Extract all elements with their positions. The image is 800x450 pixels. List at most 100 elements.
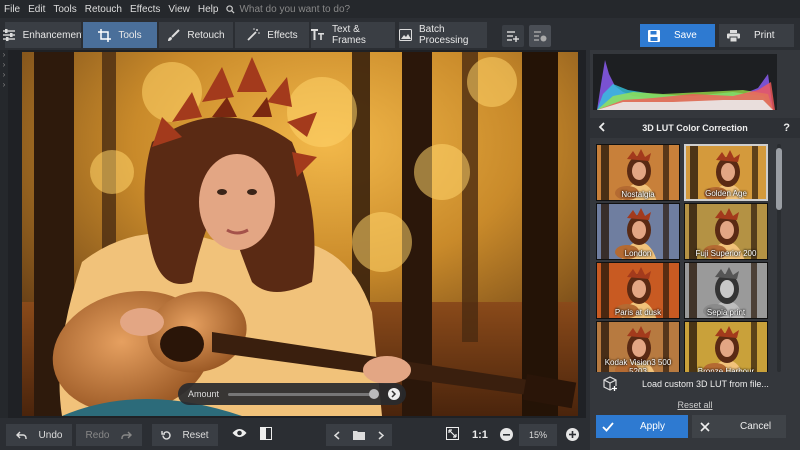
- reset-all-link[interactable]: Reset all: [590, 400, 800, 410]
- reset-button[interactable]: Reset: [152, 424, 218, 446]
- image-canvas[interactable]: [8, 50, 586, 418]
- lut-preset-name: Nostalgia: [621, 190, 655, 199]
- amount-slider-panel: Amount: [178, 383, 406, 405]
- zoom-level[interactable]: 15%: [519, 424, 557, 446]
- save-button[interactable]: Save: [640, 24, 715, 47]
- compare-icon: [260, 427, 272, 440]
- brush-icon: [168, 28, 181, 41]
- lut-preset-thumbnail[interactable]: Nostalgia: [596, 144, 680, 201]
- lut-preset-name: Bronze Harbour: [697, 367, 755, 372]
- lut-preset-thumbnail[interactable]: Fuji Superior 200: [684, 203, 768, 260]
- bottom-bar: Undo Redo Reset 1:1 15%: [0, 419, 590, 450]
- lut-preset-thumbnail[interactable]: Bronze Harbour: [684, 321, 768, 372]
- panel-header: 3D LUT Color Correction ?: [590, 118, 800, 138]
- cancel-label: Cancel: [740, 421, 772, 432]
- back-button[interactable]: [598, 121, 605, 135]
- tab-label: Enhancement: [22, 29, 85, 41]
- search-placeholder: What do you want to do?: [239, 3, 351, 15]
- amount-slider-thumb[interactable]: [368, 388, 379, 399]
- menu-view[interactable]: View: [164, 4, 194, 15]
- tab-effects[interactable]: Effects: [234, 21, 310, 49]
- tab-batch-processing[interactable]: Batch Processing: [398, 21, 488, 49]
- panel-title: 3D LUT Color Correction: [642, 123, 748, 133]
- lut-preset-thumbnail[interactable]: Kodak Vision3 500 5203: [596, 321, 680, 372]
- amount-next-button[interactable]: [388, 388, 400, 400]
- fit-screen-button[interactable]: [446, 427, 459, 443]
- text-icon: [311, 29, 324, 40]
- amount-label: Amount: [188, 389, 220, 399]
- left-panel-toggle[interactable]: › › › ›: [0, 50, 8, 418]
- chevron-left-icon: [334, 430, 340, 440]
- tab-retouch[interactable]: Retouch: [158, 21, 234, 49]
- checkmark-icon: [602, 421, 614, 432]
- info-list-button[interactable]: [529, 25, 551, 47]
- folder-icon: [353, 431, 365, 440]
- print-button[interactable]: Print: [719, 24, 794, 47]
- undo-button[interactable]: Undo: [6, 424, 72, 446]
- undo-icon: [15, 431, 27, 439]
- histogram: [593, 54, 777, 110]
- floppy-disk-icon: [648, 29, 660, 42]
- preview-toggle[interactable]: [232, 428, 247, 441]
- lut-preset-name: London: [624, 249, 652, 258]
- lut-preset-name: Fuji Superior 200: [695, 249, 757, 258]
- zoom-in-button[interactable]: [566, 428, 579, 441]
- next-image-button[interactable]: [370, 424, 392, 446]
- tab-tools[interactable]: Tools: [82, 21, 158, 49]
- undo-label: Undo: [38, 429, 63, 441]
- menu-file[interactable]: File: [0, 4, 24, 15]
- zoom-out-button[interactable]: [500, 428, 513, 441]
- cancel-button[interactable]: Cancel: [692, 415, 786, 438]
- load-custom-lut-button[interactable]: Load custom 3D LUT from file...: [596, 374, 784, 394]
- tab-text-frames[interactable]: Text & Frames: [310, 21, 396, 49]
- tab-enhancement[interactable]: Enhancement: [2, 21, 85, 49]
- amount-slider-track[interactable]: [228, 388, 379, 399]
- help-button[interactable]: ?: [783, 122, 790, 134]
- printer-icon: [727, 29, 740, 42]
- open-folder-button[interactable]: [348, 424, 370, 446]
- chevron-right-icon: ›: [2, 50, 6, 59]
- photo: [22, 52, 578, 416]
- redo-button[interactable]: Redo: [76, 424, 142, 446]
- add-batch-button[interactable]: [502, 25, 524, 47]
- lut-preset-grid: Nostalgia Golden Age London Fuji Superior 2…: [596, 144, 772, 372]
- lut-preset-thumbnail[interactable]: Paris at dusk: [596, 262, 680, 319]
- magic-wand-icon: [247, 28, 261, 41]
- crop-icon: [98, 28, 112, 42]
- minus-icon: [503, 433, 510, 436]
- lut-preset-thumbnail[interactable]: Golden Age: [684, 144, 768, 201]
- tab-label: Retouch: [187, 29, 225, 41]
- redo-icon: [121, 431, 133, 439]
- apply-button[interactable]: Apply: [596, 415, 688, 438]
- tab-label: Batch Processing: [419, 24, 469, 46]
- search-box[interactable]: What do you want to do?: [226, 4, 350, 15]
- lut-preset-name: Golden Age: [705, 189, 747, 198]
- search-icon: [226, 4, 235, 14]
- apply-label: Apply: [640, 421, 666, 432]
- menu-edit[interactable]: Edit: [24, 4, 49, 15]
- preset-scrollbar[interactable]: [774, 144, 784, 372]
- lut-preset-name: Sepia print: [706, 308, 746, 317]
- chevron-right-icon: ›: [2, 70, 6, 79]
- menu-help[interactable]: Help: [194, 4, 223, 15]
- menu-effects[interactable]: Effects: [126, 4, 164, 15]
- menu-retouch[interactable]: Retouch: [81, 4, 126, 15]
- menu-bar: File Edit Tools Retouch Effects View Hel…: [0, 0, 800, 18]
- lut-preset-thumbnail[interactable]: Sepia print: [684, 262, 768, 319]
- lut-preset-thumbnail[interactable]: London: [596, 203, 680, 260]
- prev-image-button[interactable]: [326, 424, 348, 446]
- lut-preset-name: Kodak Vision3 500 5203: [604, 358, 672, 372]
- reset-icon: [161, 430, 172, 440]
- fit-to-screen-icon: [446, 427, 459, 440]
- chevron-right-icon: [378, 430, 384, 440]
- lut-preset-name: Paris at dusk: [614, 308, 662, 317]
- actual-size-button[interactable]: 1:1: [472, 429, 488, 441]
- compare-toggle[interactable]: [260, 427, 272, 443]
- info-list-icon: [534, 31, 547, 42]
- images-icon: [399, 29, 412, 41]
- menu-tools[interactable]: Tools: [49, 4, 80, 15]
- sliders-icon: [2, 29, 15, 41]
- tab-label: Effects: [267, 29, 298, 41]
- chevron-right-icon: ›: [2, 80, 6, 89]
- close-icon: [700, 421, 710, 432]
